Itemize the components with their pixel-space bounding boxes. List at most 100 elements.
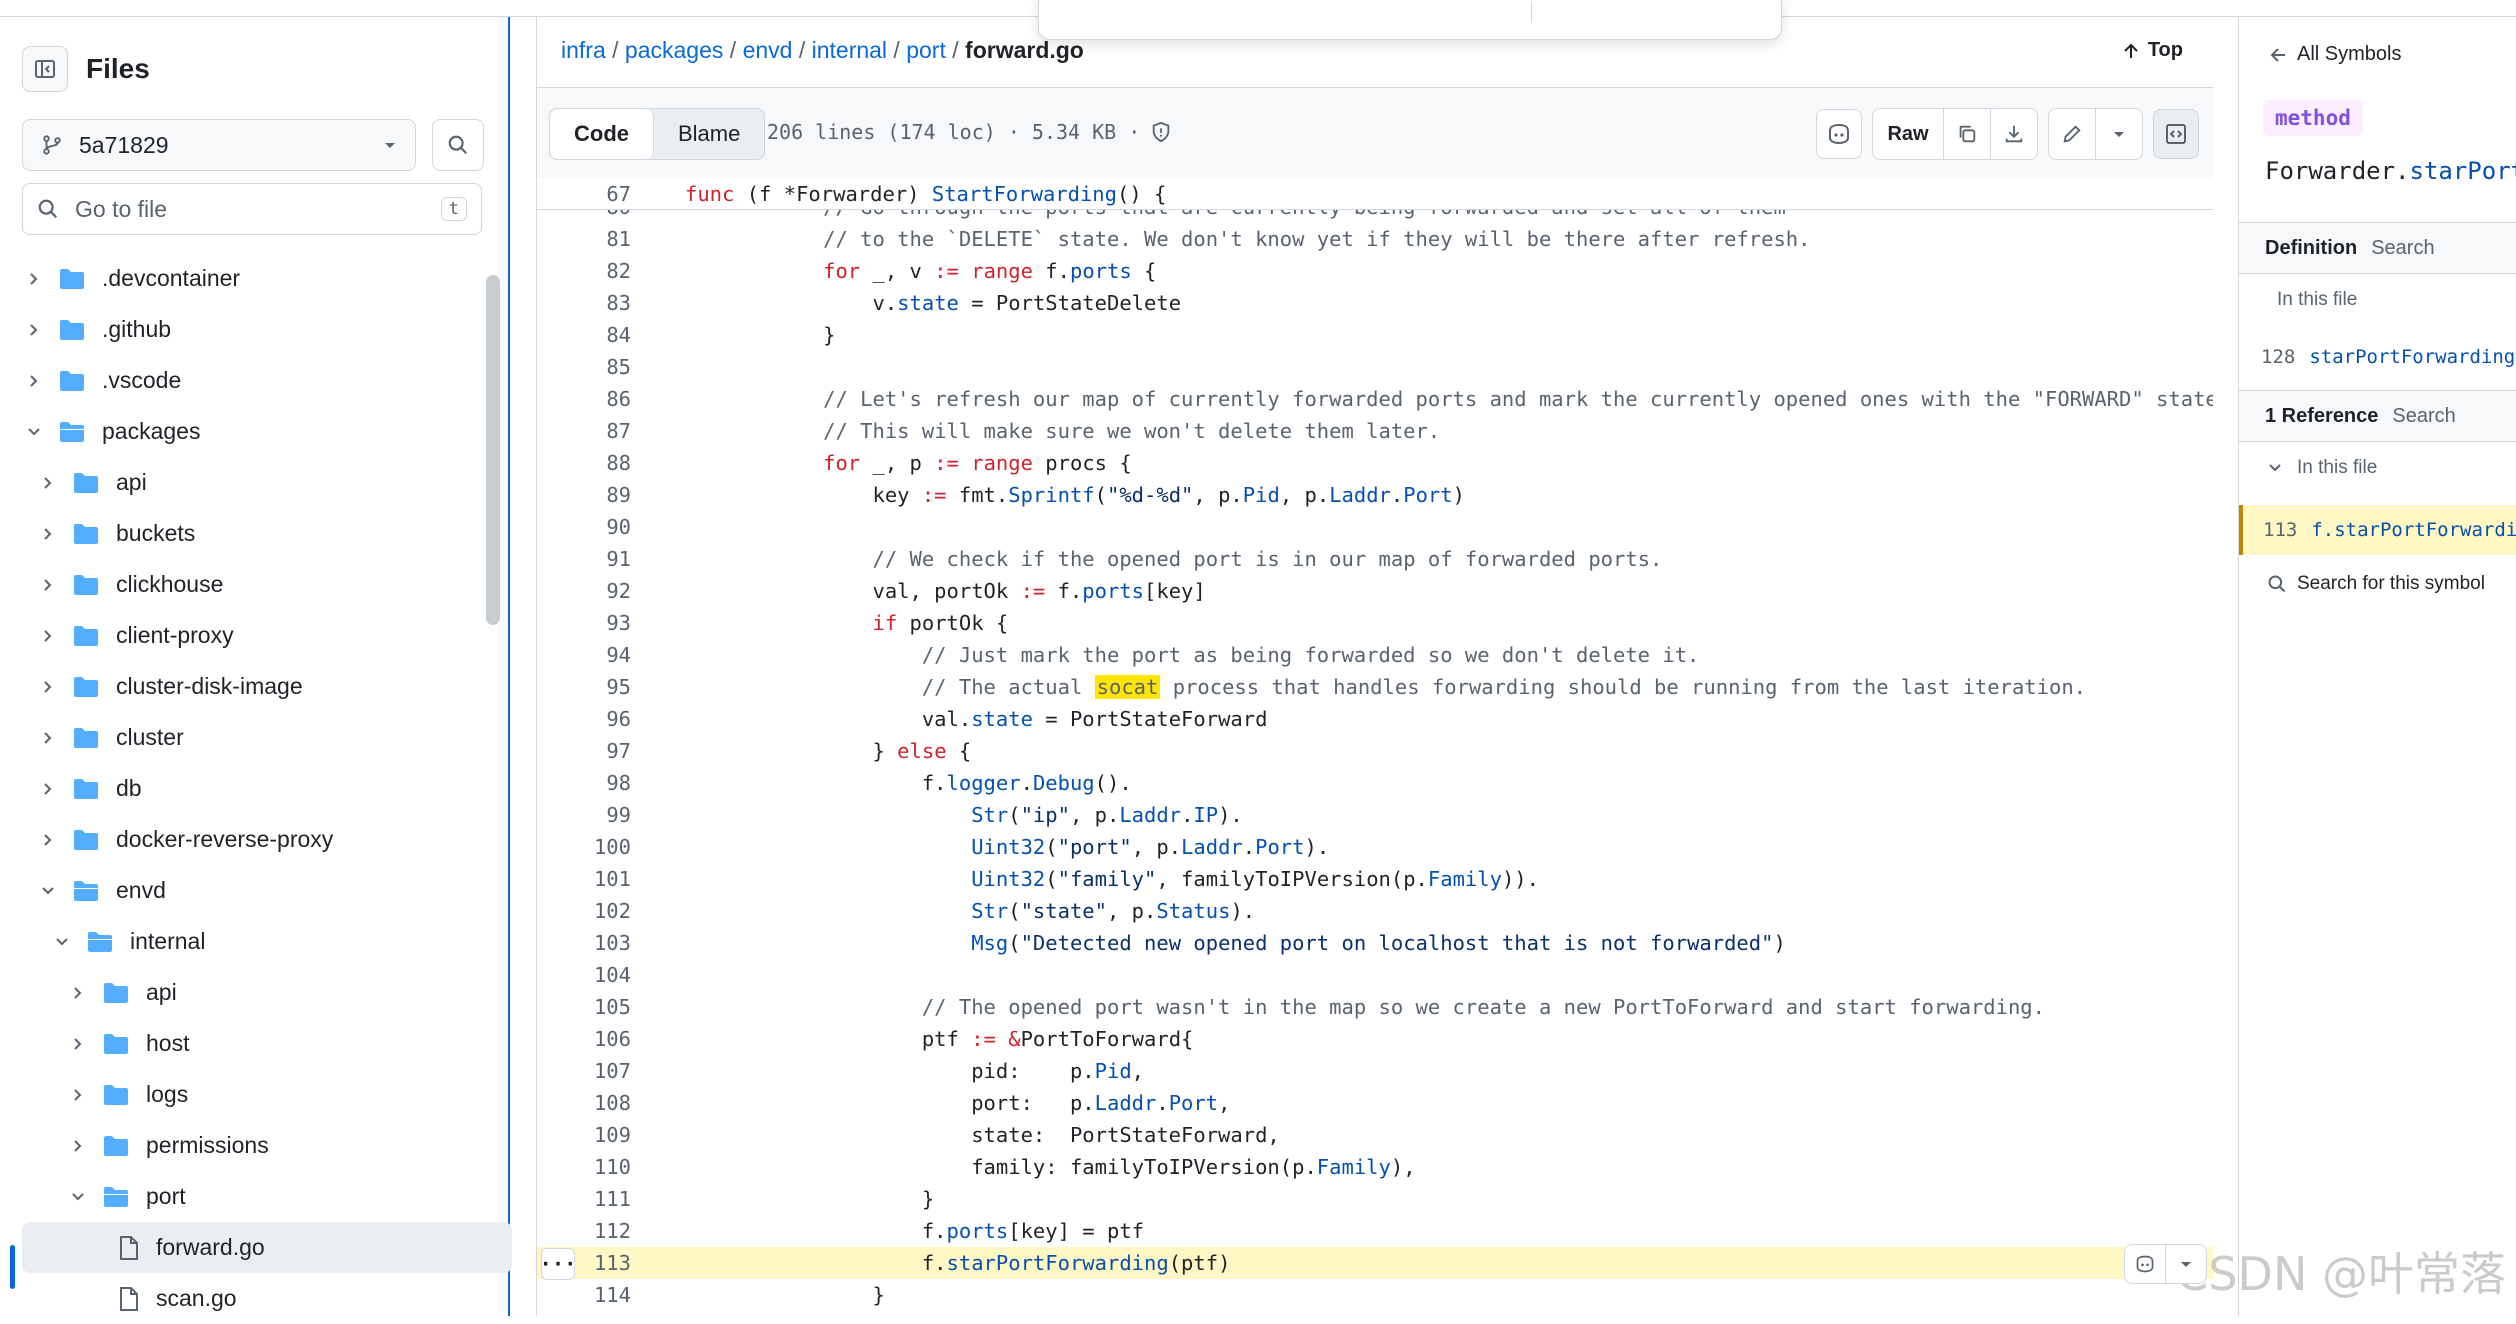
code-line[interactable]: 108 port: p.Laddr.Port, bbox=[537, 1087, 2213, 1119]
line-number[interactable]: 81 bbox=[537, 227, 631, 251]
tree-folder-item[interactable]: envd bbox=[0, 865, 480, 916]
branch-selector[interactable]: 5a71829 bbox=[22, 119, 416, 171]
tree-expander[interactable] bbox=[38, 526, 58, 542]
breadcrumb-link[interactable]: port bbox=[906, 37, 946, 63]
line-options-button[interactable]: ··· bbox=[541, 1248, 575, 1280]
tree-expander[interactable] bbox=[38, 781, 58, 797]
reference-result[interactable]: 113 f.starPortForwardi bbox=[2239, 505, 2516, 555]
tree-folder-item[interactable]: client-proxy bbox=[0, 610, 480, 661]
code-line[interactable]: 95 // The actual socat process that hand… bbox=[537, 671, 2213, 703]
tree-folder-item[interactable]: .github bbox=[0, 304, 480, 355]
tab-blame[interactable]: Blame bbox=[654, 109, 764, 159]
search-symbol-link[interactable]: Search for this symbol bbox=[2267, 573, 2516, 595]
code-line[interactable]: 97 } else { bbox=[537, 735, 2213, 767]
sidebar-scrollbar[interactable] bbox=[486, 275, 500, 625]
tree-folder-item[interactable]: host bbox=[0, 1018, 480, 1069]
code-line[interactable]: 107 pid: p.Pid, bbox=[537, 1055, 2213, 1087]
sticky-scope-header[interactable]: 67 func (f *Forwarder) StartForwarding()… bbox=[537, 178, 2213, 210]
line-number[interactable]: 94 bbox=[537, 643, 631, 667]
tree-file-item[interactable]: forward.go bbox=[22, 1222, 512, 1273]
back-to-top-button[interactable]: Top bbox=[2122, 39, 2183, 62]
code-line[interactable]: 84 } bbox=[537, 319, 2213, 351]
caret-down-icon[interactable] bbox=[2166, 1245, 2206, 1283]
tree-expander[interactable] bbox=[38, 883, 58, 899]
all-symbols-link[interactable]: All Symbols bbox=[2269, 43, 2401, 66]
line-number[interactable]: 82 bbox=[537, 259, 631, 283]
code-line[interactable]: 113 f.starPortForwarding(ptf) bbox=[537, 1247, 2213, 1279]
tree-expander[interactable] bbox=[24, 424, 44, 440]
definition-result[interactable]: 128 starPortForwarding bbox=[2261, 341, 2516, 373]
line-number[interactable]: 105 bbox=[537, 995, 631, 1019]
line-number[interactable]: 88 bbox=[537, 451, 631, 475]
tree-folder-item[interactable]: logs bbox=[0, 1069, 480, 1120]
code-line[interactable]: 103 Msg("Detected new opened port on loc… bbox=[537, 927, 2213, 959]
code-line[interactable]: 111 } bbox=[537, 1183, 2213, 1215]
line-number[interactable]: 100 bbox=[537, 835, 631, 859]
tree-expander[interactable] bbox=[38, 475, 58, 491]
copilot-icon[interactable] bbox=[2125, 1245, 2166, 1283]
references-file-toggle[interactable]: In this file bbox=[2267, 457, 2516, 479]
code-line[interactable]: 99 Str("ip", p.Laddr.IP). bbox=[537, 799, 2213, 831]
line-number[interactable]: 103 bbox=[537, 931, 631, 955]
line-number[interactable]: 106 bbox=[537, 1027, 631, 1051]
code-line[interactable]: 109 state: PortStateForward, bbox=[537, 1119, 2213, 1151]
tree-folder-item[interactable]: .devcontainer bbox=[0, 253, 480, 304]
tree-folder-item[interactable]: api bbox=[0, 967, 480, 1018]
tree-expander[interactable] bbox=[24, 373, 44, 389]
line-copilot-menu[interactable] bbox=[2124, 1244, 2207, 1284]
line-number[interactable]: 101 bbox=[537, 867, 631, 891]
line-number[interactable]: 98 bbox=[537, 771, 631, 795]
line-number[interactable]: 96 bbox=[537, 707, 631, 731]
tree-expander[interactable] bbox=[24, 322, 44, 338]
code-line[interactable]: 102 Str("state", p.Status). bbox=[537, 895, 2213, 927]
go-to-file-input[interactable]: Go to file t bbox=[22, 183, 482, 235]
code-line[interactable]: 106 ptf := &PortToForward{ bbox=[537, 1023, 2213, 1055]
references-search-link[interactable]: Search bbox=[2392, 405, 2455, 428]
code-line[interactable]: 94 // Just mark the port as being forwar… bbox=[537, 639, 2213, 671]
tree-folder-item[interactable]: clickhouse bbox=[0, 559, 480, 610]
line-number[interactable]: 86 bbox=[537, 387, 631, 411]
breadcrumb-link[interactable]: envd bbox=[743, 37, 793, 63]
breadcrumb-link[interactable]: internal bbox=[812, 37, 887, 63]
tree-expander[interactable] bbox=[68, 1138, 88, 1154]
code-line[interactable]: 81 // to the `DELETE` state. We don't kn… bbox=[537, 223, 2213, 255]
definition-search-link[interactable]: Search bbox=[2371, 237, 2434, 260]
edit-options-button[interactable] bbox=[2096, 109, 2142, 159]
download-button[interactable] bbox=[1991, 109, 2037, 159]
code-line[interactable]: 115 } bbox=[537, 1311, 2213, 1316]
tree-expander[interactable] bbox=[38, 628, 58, 644]
code-line[interactable]: 98 f.logger.Debug(). bbox=[537, 767, 2213, 799]
line-number[interactable]: 104 bbox=[537, 963, 631, 987]
code-line[interactable]: 100 Uint32("port", p.Laddr.Port). bbox=[537, 831, 2213, 863]
code-line[interactable]: 82 for _, v := range f.ports { bbox=[537, 255, 2213, 287]
tree-expander[interactable] bbox=[68, 1189, 88, 1205]
code-line[interactable]: 90 bbox=[537, 511, 2213, 543]
tree-folder-item[interactable]: port bbox=[0, 1171, 480, 1222]
line-number[interactable]: 102 bbox=[537, 899, 631, 923]
line-number[interactable]: 111 bbox=[537, 1187, 631, 1211]
code-line[interactable]: 85 bbox=[537, 351, 2213, 383]
line-number[interactable]: 93 bbox=[537, 611, 631, 635]
line-number[interactable]: 97 bbox=[537, 739, 631, 763]
code-line[interactable]: 101 Uint32("family", familyToIPVersion(p… bbox=[537, 863, 2213, 895]
line-number[interactable]: 99 bbox=[537, 803, 631, 827]
tree-expander[interactable] bbox=[68, 985, 88, 1001]
line-number[interactable]: 107 bbox=[537, 1059, 631, 1083]
tree-folder-item[interactable]: cluster-disk-image bbox=[0, 661, 480, 712]
tree-expander[interactable] bbox=[38, 832, 58, 848]
code-line[interactable]: 91 // We check if the opened port is in … bbox=[537, 543, 2213, 575]
line-number[interactable]: 114 bbox=[537, 1283, 631, 1307]
line-number[interactable]: 87 bbox=[537, 419, 631, 443]
code-line[interactable]: 96 val.state = PortStateForward bbox=[537, 703, 2213, 735]
tree-folder-item[interactable]: permissions bbox=[0, 1120, 480, 1171]
tree-folder-item[interactable]: buckets bbox=[0, 508, 480, 559]
line-number[interactable]: 95 bbox=[537, 675, 631, 699]
line-number[interactable]: 91 bbox=[537, 547, 631, 571]
line-number[interactable]: 92 bbox=[537, 579, 631, 603]
line-number[interactable]: 84 bbox=[537, 323, 631, 347]
code-line[interactable]: 114 } bbox=[537, 1279, 2213, 1311]
code-line[interactable]: 105 // The opened port wasn't in the map… bbox=[537, 991, 2213, 1023]
tree-file-item[interactable]: scan.go bbox=[0, 1273, 480, 1324]
code-line[interactable]: 89 key := fmt.Sprintf("%d-%d", p.Pid, p.… bbox=[537, 479, 2213, 511]
tree-folder-item[interactable]: internal bbox=[0, 916, 480, 967]
